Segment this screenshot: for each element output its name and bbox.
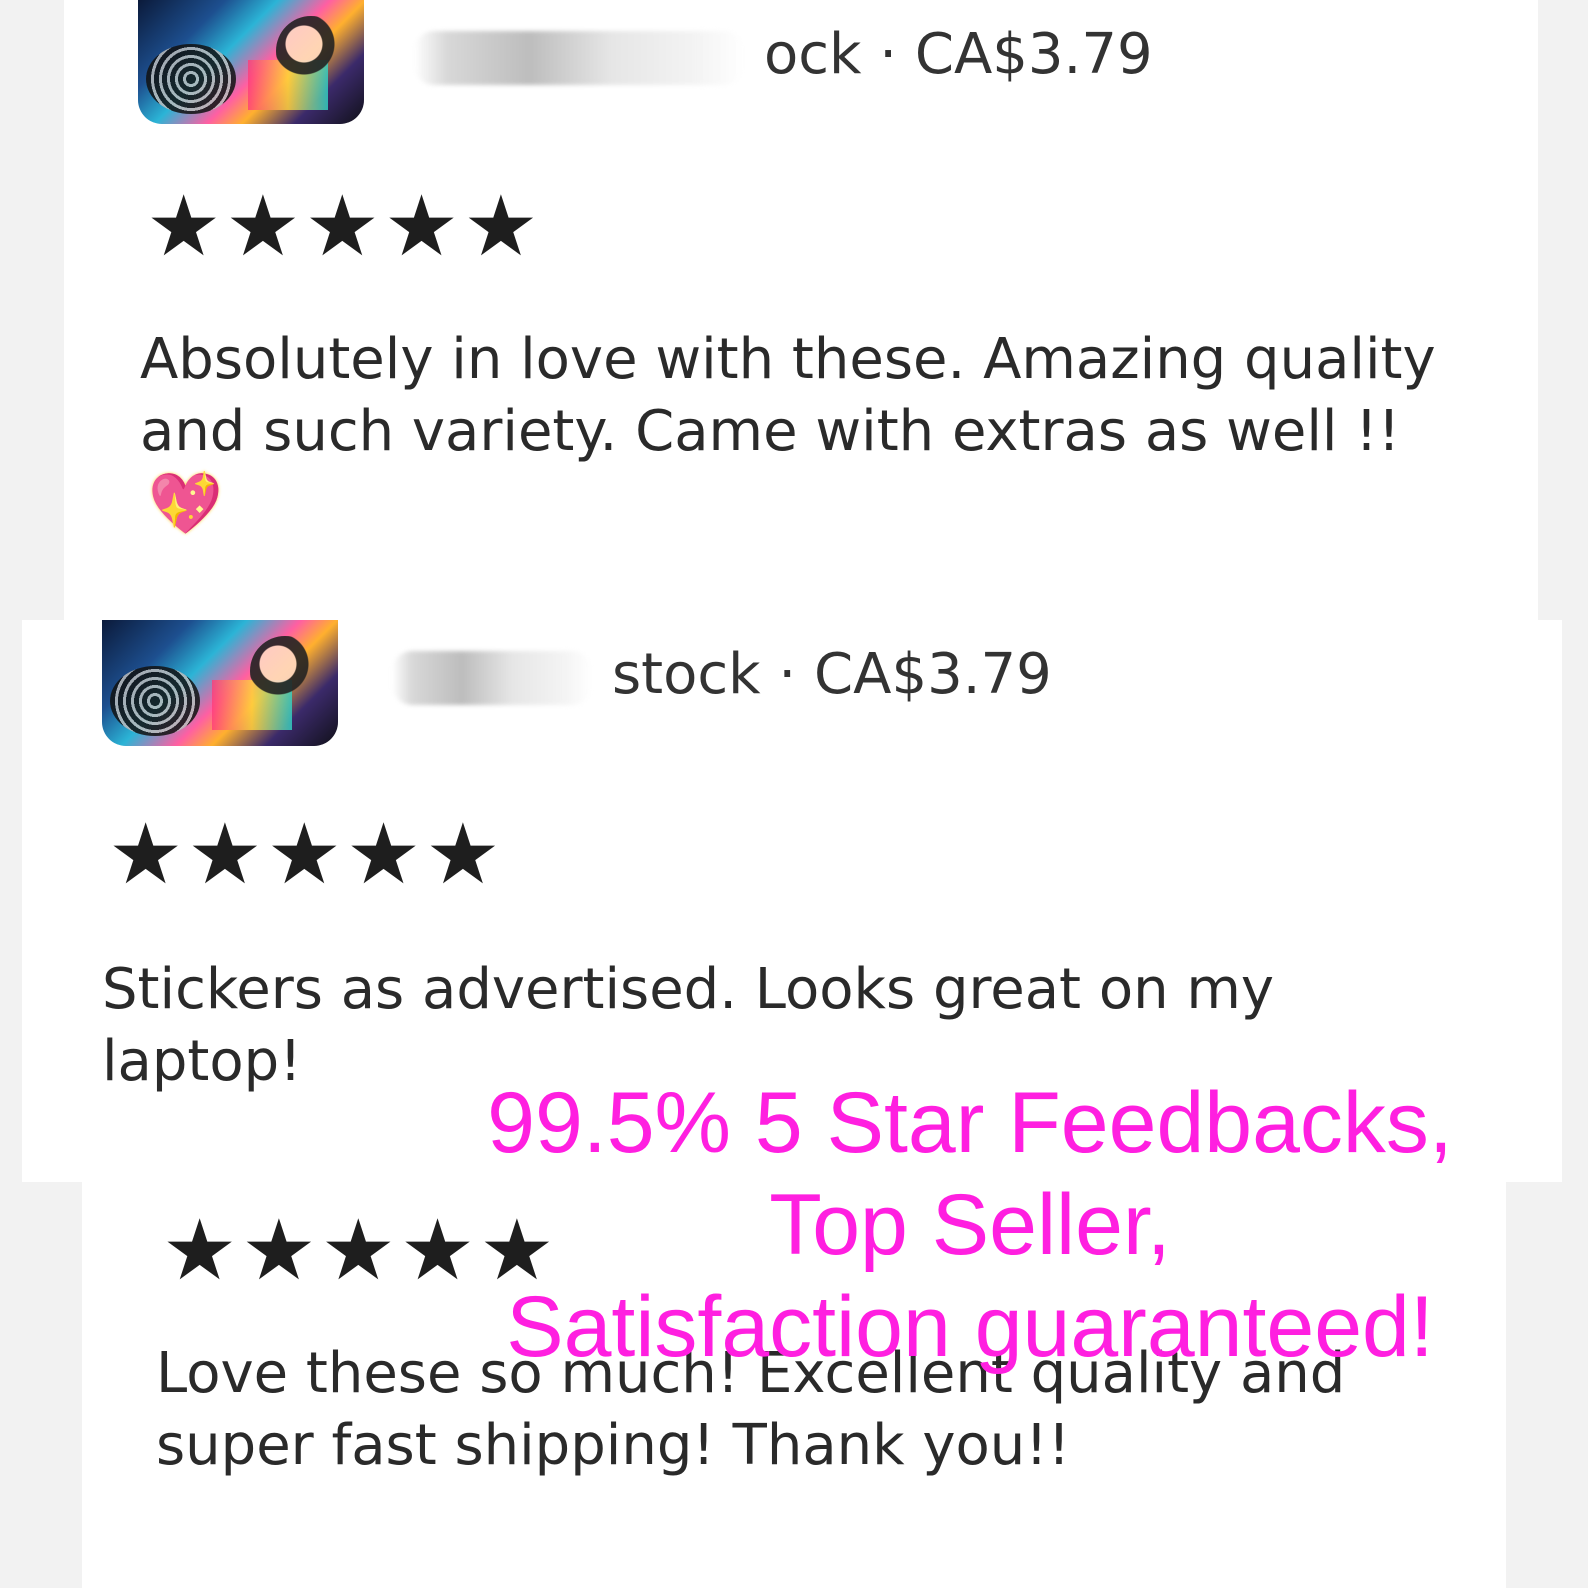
product-meta: stock · CA$3.79 (392, 642, 1052, 707)
promo-line-seller: Top Seller, (769, 1177, 1171, 1273)
product-price: CA$3.79 (814, 642, 1052, 707)
promo-line-feedback: 99.5% 5 Star Feedbacks, (487, 1075, 1453, 1171)
star-rating: ★★★★★ (146, 177, 543, 275)
promo-line-guarantee: Satisfaction guaranteed! (506, 1279, 1434, 1375)
redacted-mark (392, 650, 592, 705)
stock-label: ock (764, 22, 862, 87)
product-meta: ock · CA$3.79 (414, 22, 1153, 87)
product-thumbnail (102, 620, 338, 746)
product-price: CA$3.79 (914, 22, 1153, 87)
review-body: Absolutely in love with these. Amazing q… (140, 327, 1436, 464)
star-rating: ★★★★★ (108, 805, 505, 903)
promo-overlay: 99.5% 5 Star Feedbacks, Top Seller, Sati… (470, 1072, 1470, 1378)
product-thumbnail (138, 0, 364, 124)
review-card-1: ock · CA$3.79 ★★★★★ Absolutely in love w… (64, 0, 1538, 620)
redacted-mark (414, 30, 744, 85)
review-text: Absolutely in love with these. Amazing q… (140, 324, 1440, 542)
sparkling-heart-icon: 💖 (148, 469, 223, 539)
stock-label: stock (612, 642, 761, 707)
